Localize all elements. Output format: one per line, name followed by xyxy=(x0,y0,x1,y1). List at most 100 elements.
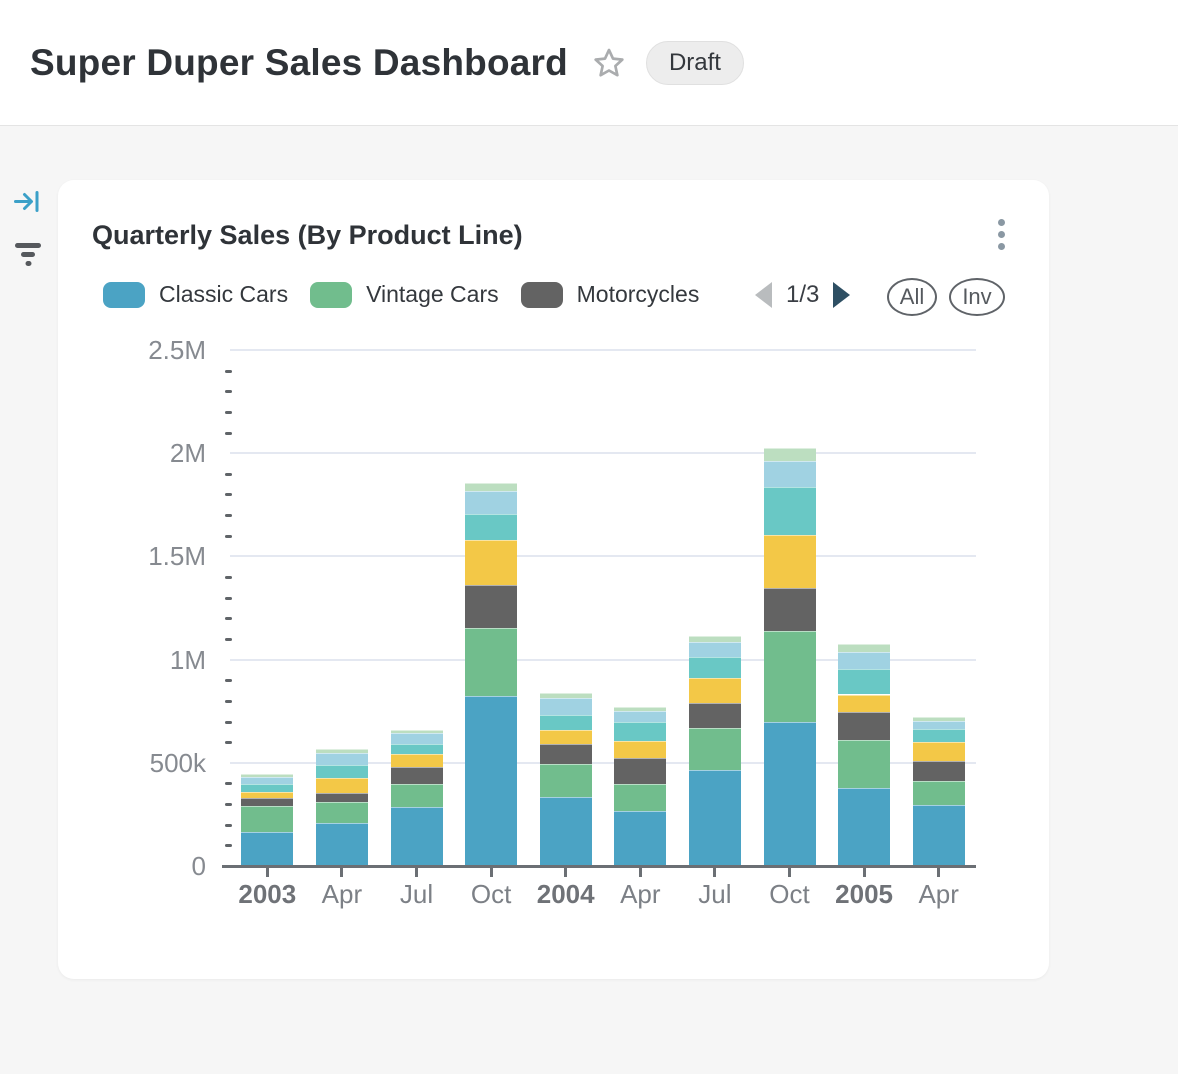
bar-segment[interactable] xyxy=(540,744,592,763)
x-axis-labels: 2003AprJulOct2004AprJulOct2005Apr xyxy=(230,880,976,910)
bar-segment[interactable] xyxy=(391,733,443,745)
bar-segment[interactable] xyxy=(241,806,293,832)
chart-legend: Classic Cars Vintage Cars Motorcycles xyxy=(103,281,699,308)
bar-apr-1[interactable] xyxy=(316,749,368,866)
bar-segment[interactable] xyxy=(838,712,890,740)
bar-2005-8[interactable] xyxy=(838,644,890,866)
bar-segment[interactable] xyxy=(838,740,890,788)
bar-segment[interactable] xyxy=(838,669,890,694)
bar-segment[interactable] xyxy=(465,491,517,514)
bar-segment[interactable] xyxy=(241,798,293,806)
bar-segment[interactable] xyxy=(913,781,965,805)
bar-segment[interactable] xyxy=(316,793,368,802)
bar-jul-6[interactable] xyxy=(689,636,741,866)
legend-item-classic-cars[interactable]: Classic Cars xyxy=(103,281,288,308)
bar-segment[interactable] xyxy=(241,832,293,866)
bar-segment[interactable] xyxy=(614,722,666,741)
bar-segment[interactable] xyxy=(913,742,965,761)
bar-segment[interactable] xyxy=(913,805,965,866)
bar-segment[interactable] xyxy=(391,744,443,753)
bar-segment[interactable] xyxy=(838,652,890,669)
bar-segment[interactable] xyxy=(241,777,293,784)
bar-segment[interactable] xyxy=(316,823,368,866)
bar-2004-4[interactable] xyxy=(540,693,592,866)
bar-segment[interactable] xyxy=(391,784,443,807)
legend-item-vintage-cars[interactable]: Vintage Cars xyxy=(310,281,499,308)
bar-2003-0[interactable] xyxy=(241,774,293,866)
bar-segment[interactable] xyxy=(465,696,517,866)
legend-item-motorcycles[interactable]: Motorcycles xyxy=(521,281,700,308)
bar-segment[interactable] xyxy=(689,703,741,728)
legend-prev-page-icon[interactable] xyxy=(755,282,772,308)
bar-segment[interactable] xyxy=(764,722,816,866)
legend-next-page-icon[interactable] xyxy=(833,282,850,308)
bar-segment[interactable] xyxy=(465,585,517,627)
y-axis-minor-tick xyxy=(225,535,232,538)
bar-segment[interactable] xyxy=(540,764,592,797)
bar-segment[interactable] xyxy=(614,707,666,711)
bar-segment[interactable] xyxy=(540,693,592,698)
bar-segment[interactable] xyxy=(465,514,517,540)
bar-segment[interactable] xyxy=(391,807,443,866)
collapse-panel-icon[interactable] xyxy=(13,189,40,219)
bar-segment[interactable] xyxy=(838,695,890,713)
x-axis-label: 2003 xyxy=(230,880,305,908)
legend-select-all-button[interactable]: All xyxy=(887,278,937,316)
kebab-menu-icon[interactable] xyxy=(998,219,1018,259)
bar-segment[interactable] xyxy=(540,698,592,715)
bar-oct-7[interactable] xyxy=(764,448,816,866)
bar-segment[interactable] xyxy=(689,770,741,866)
bar-segment[interactable] xyxy=(241,792,293,798)
bar-segment[interactable] xyxy=(540,797,592,866)
bar-segment[interactable] xyxy=(316,753,368,765)
legend-invert-selection-button[interactable]: Inv xyxy=(949,278,1005,316)
filter-icon[interactable] xyxy=(14,243,42,272)
bar-segment[interactable] xyxy=(913,729,965,742)
x-axis-tick xyxy=(788,868,791,877)
bar-apr-9[interactable] xyxy=(913,717,965,866)
y-axis-tick-label: 1M xyxy=(98,646,206,674)
bar-segment[interactable] xyxy=(913,721,965,729)
bar-segment[interactable] xyxy=(391,754,443,767)
bar-segment[interactable] xyxy=(838,788,890,866)
bar-segment[interactable] xyxy=(689,636,741,643)
bar-segment[interactable] xyxy=(764,631,816,722)
bar-segment[interactable] xyxy=(689,657,741,678)
y-axis-minor-tick xyxy=(225,824,232,827)
bar-segment[interactable] xyxy=(614,711,666,722)
bar-segment[interactable] xyxy=(838,644,890,651)
bar-segment[interactable] xyxy=(391,767,443,784)
bar-oct-3[interactable] xyxy=(465,483,517,866)
gridline xyxy=(230,555,976,557)
favorite-star-icon[interactable] xyxy=(592,46,626,80)
bar-segment[interactable] xyxy=(241,774,293,777)
bar-segment[interactable] xyxy=(540,730,592,745)
bar-segment[interactable] xyxy=(913,761,965,781)
bar-segment[interactable] xyxy=(465,628,517,696)
bar-segment[interactable] xyxy=(614,811,666,866)
bar-jul-2[interactable] xyxy=(391,730,443,866)
bar-segment[interactable] xyxy=(391,730,443,733)
bar-segment[interactable] xyxy=(689,728,741,770)
bar-segment[interactable] xyxy=(764,461,816,488)
bar-segment[interactable] xyxy=(465,483,517,491)
bar-segment[interactable] xyxy=(764,448,816,461)
bar-segment[interactable] xyxy=(316,778,368,793)
bar-segment[interactable] xyxy=(913,717,965,721)
bar-segment[interactable] xyxy=(689,642,741,657)
bar-segment[interactable] xyxy=(764,535,816,588)
bar-segment[interactable] xyxy=(465,540,517,585)
bar-segment[interactable] xyxy=(316,749,368,753)
bar-segment[interactable] xyxy=(689,678,741,703)
bar-segment[interactable] xyxy=(540,715,592,730)
bar-apr-5[interactable] xyxy=(614,707,666,866)
bar-segment[interactable] xyxy=(614,784,666,811)
y-axis-minor-tick xyxy=(225,803,232,806)
bar-segment[interactable] xyxy=(614,741,666,758)
bar-segment[interactable] xyxy=(241,784,293,791)
bar-segment[interactable] xyxy=(764,487,816,534)
bar-segment[interactable] xyxy=(316,765,368,778)
bar-segment[interactable] xyxy=(764,588,816,631)
bar-segment[interactable] xyxy=(316,802,368,823)
bar-segment[interactable] xyxy=(614,758,666,784)
